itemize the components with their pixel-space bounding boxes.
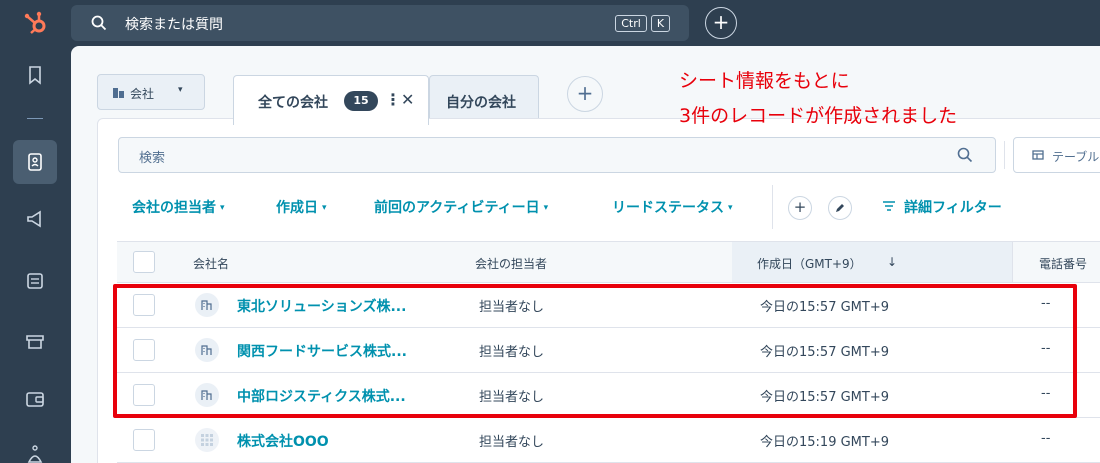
hubspot-logo-icon[interactable] [22,9,50,37]
record-search-input[interactable]: 検索 [118,137,996,173]
object-type-dropdown[interactable]: 会社 ▾ [97,74,205,110]
record-count-badge: 15 [344,91,378,111]
wallet-icon[interactable] [22,386,48,412]
commerce-store-icon[interactable] [22,328,48,354]
toolbar-divider [1004,141,1005,169]
building-icon [113,88,124,98]
marketing-megaphone-icon[interactable] [22,206,48,232]
edit-filters-button[interactable] [828,196,852,220]
top-nav-bar: 検索または質問 Ctrl K + [0,0,1100,46]
object-type-label: 会社 [130,87,155,101]
add-filter-button[interactable]: + [788,196,812,220]
company-logo [195,428,219,452]
column-divider [1012,242,1013,282]
column-created-date[interactable]: 作成日（GMT+9） [757,255,862,272]
column-company-owner[interactable]: 会社の担当者 [475,255,547,272]
annotation-line-1: シート情報をもとに [679,70,850,92]
filter-last-activity-label: 前回のアクティビティー日 [374,200,540,216]
advanced-filters-label: 詳細フィルター [904,200,1002,216]
table-row[interactable]: 株式会社OOO 担当者なし 今日の15:19 GMT+9 -- [117,418,1100,463]
tab-all-companies[interactable]: 全ての会社 15 ⋮ ✕ [233,75,429,125]
new-records-highlight-box [113,284,1077,418]
filter-lead-status[interactable]: リードステータス ▾ [612,197,733,217]
bookmark-icon[interactable] [22,62,48,88]
sidebar-divider [27,118,43,119]
close-icon[interactable]: ✕ [401,90,414,109]
filter-company-owner-label: 会社の担当者 [132,200,216,216]
global-search-bar[interactable]: 検索または質問 Ctrl K [71,5,689,41]
table-view-button[interactable]: テーブル [1013,137,1100,173]
global-search-placeholder: 検索または質問 [125,17,223,33]
select-all-checkbox[interactable] [133,251,155,273]
shortcut-ctrl-key: Ctrl [615,15,647,32]
phone-cell: -- [1041,431,1051,446]
chevron-down-icon: ▾ [178,85,183,95]
filter-created-date-label: 作成日 [276,200,318,216]
table-icon [1032,150,1044,160]
chevron-down-icon: ▾ [728,203,733,213]
column-company-name[interactable]: 会社名 [193,255,229,272]
filter-created-date[interactable]: 作成日 ▾ [276,197,327,217]
filter-company-owner[interactable]: 会社の担当者 ▾ [132,197,225,217]
left-sidebar [0,46,71,463]
advanced-filters-button[interactable]: 詳細フィルター [882,197,1002,217]
tab-options-icon[interactable]: ⋮ [385,90,401,109]
filter-lead-status-label: リードステータス [612,200,724,216]
tab-my-companies-label: 自分の会社 [446,95,516,111]
tab-all-companies-label: 全ての会社 [258,95,328,111]
sort-descending-icon[interactable]: ↓ [887,255,897,269]
record-search-placeholder: 検索 [139,151,166,166]
chevron-down-icon: ▾ [322,203,327,213]
filter-divider [772,185,773,229]
tab-my-companies[interactable]: 自分の会社 [429,75,539,123]
filter-lines-icon [883,201,895,211]
row-checkbox[interactable] [133,429,155,451]
filter-last-activity-date[interactable]: 前回のアクティビティー日 ▾ [374,197,548,217]
table-header: 会社名 会社の担当者 作成日（GMT+9） ↓ 電話番号 [117,241,1100,283]
search-icon [957,147,973,163]
add-view-button[interactable]: + [567,76,603,112]
company-owner-cell: 担当者なし [479,435,545,450]
contacts-icon[interactable] [22,149,48,175]
chevron-down-icon: ▾ [220,203,225,213]
chevron-down-icon: ▾ [543,203,549,213]
table-view-label: テーブル [1052,150,1100,164]
column-phone-number[interactable]: 電話番号 [1039,255,1087,272]
shortcut-k-key: K [651,15,670,32]
grid-logo-icon [201,434,213,446]
created-date-cell: 今日の15:19 GMT+9 [760,435,889,450]
search-icon [91,15,107,31]
automation-icon[interactable] [22,442,48,463]
pencil-icon [836,204,844,212]
reports-icon[interactable] [22,268,48,294]
company-name-link[interactable]: 株式会社OOO [237,431,329,451]
annotation-line-2: 3件のレコードが作成されました [679,105,958,127]
quick-create-button[interactable]: + [705,7,737,39]
